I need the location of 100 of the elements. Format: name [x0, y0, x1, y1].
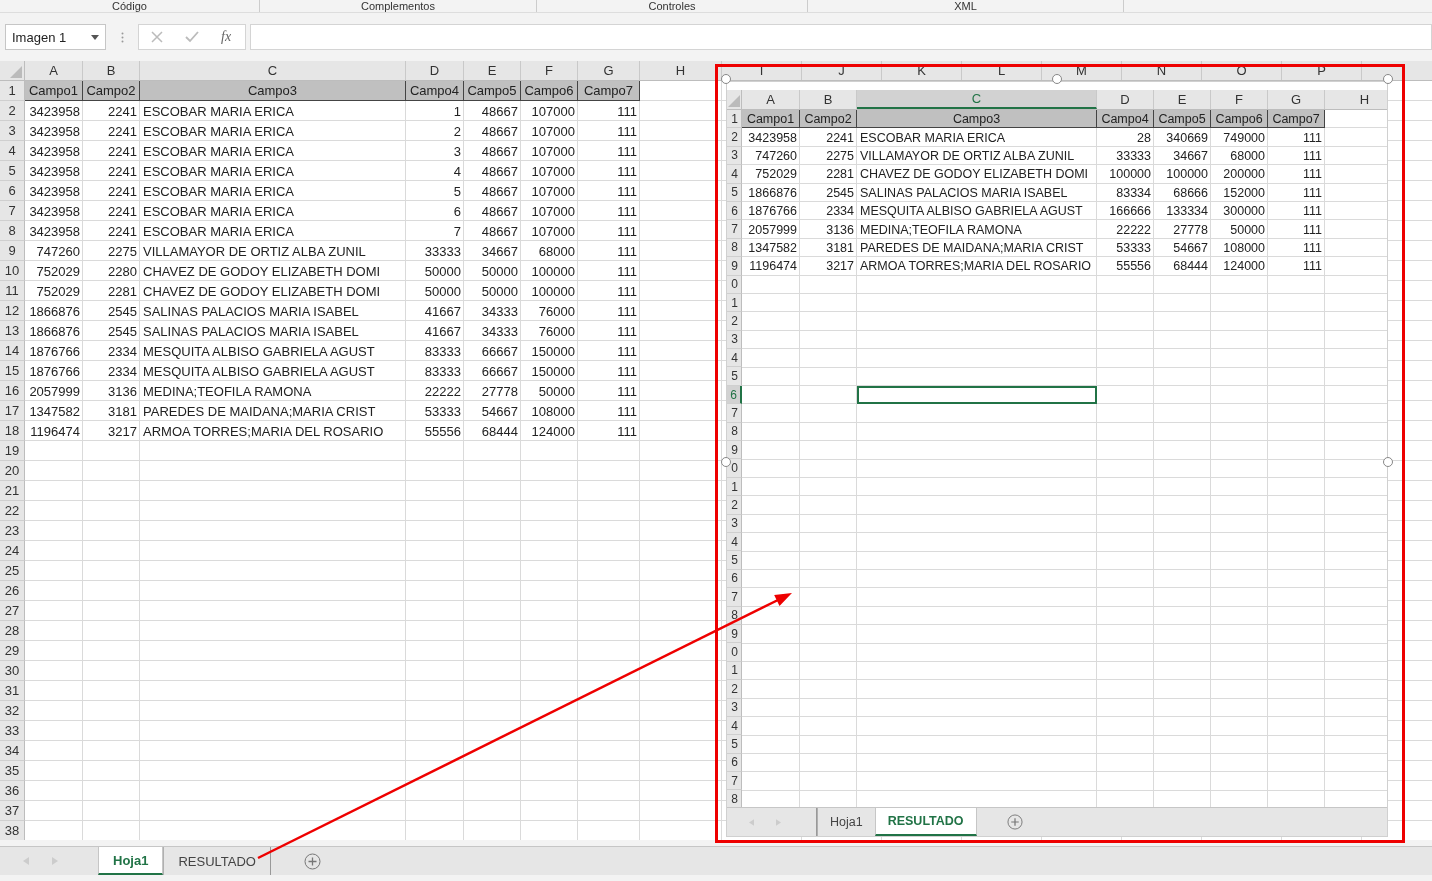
resize-handle[interactable] [1383, 457, 1393, 467]
table-cell-text: 107000 [530, 222, 576, 241]
row-header[interactable]: 3 [0, 121, 25, 141]
ribbon-group-label: Código [112, 1, 147, 12]
table-cell-text: 2334 [107, 342, 138, 361]
row-header[interactable]: 4 [0, 141, 25, 161]
row-header: 0 [727, 643, 742, 662]
resize-handle[interactable] [1052, 74, 1062, 84]
row-header[interactable]: 20 [0, 461, 25, 481]
row-header[interactable]: 31 [0, 681, 25, 701]
row-header[interactable]: 12 [0, 301, 25, 321]
row-header[interactable]: 29 [0, 641, 25, 661]
table-cell-text: ESCOBAR MARIA ERICA [142, 162, 295, 181]
table-cell-text: 111 [616, 242, 638, 261]
table-cell-text: 2545 [107, 302, 138, 321]
row-header[interactable]: 35 [0, 761, 25, 781]
row-header[interactable]: 6 [0, 181, 25, 201]
header-cell: Campo4 [1097, 110, 1154, 129]
table-cell-text: VILLAMAYOR DE ORTIZ ALBA ZUNIL [859, 147, 1076, 165]
resize-handle[interactable] [1383, 74, 1393, 84]
cancel-icon[interactable] [151, 31, 163, 43]
resize-handle[interactable] [721, 457, 731, 467]
row-header[interactable]: 22 [0, 501, 25, 521]
table-cell-text: 200000 [1222, 166, 1266, 184]
row-header[interactable]: 33 [0, 721, 25, 741]
row-header[interactable]: 14 [0, 341, 25, 361]
table-cell-text: 111 [1302, 239, 1323, 257]
column-header[interactable]: A [25, 61, 83, 80]
table-cell-text: ESCOBAR MARIA ERICA [142, 182, 295, 201]
select-all-icon[interactable] [10, 66, 22, 78]
table-cell-text: 100000 [1108, 166, 1152, 184]
row-header[interactable]: 21 [0, 481, 25, 501]
table-cell-text: 2241 [107, 102, 138, 121]
row-header[interactable]: 17 [0, 401, 25, 421]
table-cell-text: ESCOBAR MARIA ERICA [142, 102, 295, 121]
row-header[interactable]: 18 [0, 421, 25, 441]
row-header[interactable]: 5 [0, 161, 25, 181]
table-cell-text: 3423958 [28, 102, 81, 121]
row-header[interactable]: 26 [0, 581, 25, 601]
row-header[interactable]: 2 [0, 101, 25, 121]
table-cell-text: MEDINA;TEOFILA RAMONA [142, 382, 313, 401]
table-cell-text: 3136 [107, 382, 138, 401]
check-icon[interactable] [185, 31, 199, 43]
row-header[interactable]: 30 [0, 661, 25, 681]
header-cell: Campo3 [857, 110, 1097, 129]
column-header: D [1097, 90, 1154, 109]
row-header[interactable]: 8 [0, 221, 25, 241]
row-header[interactable]: 28 [0, 621, 25, 641]
table-cell-text: 111 [616, 342, 638, 361]
row-header[interactable]: 13 [0, 321, 25, 341]
row-header[interactable]: 24 [0, 541, 25, 561]
row-header[interactable]: 7 [0, 201, 25, 221]
column-header[interactable]: F [521, 61, 578, 80]
row-header[interactable]: 10 [0, 261, 25, 281]
table-cell-text: 3136 [825, 221, 855, 239]
row-header[interactable]: 11 [0, 281, 25, 301]
row-header[interactable]: 27 [0, 601, 25, 621]
column-header[interactable]: E [464, 61, 521, 80]
table-cell-text: 108000 [530, 402, 576, 421]
row-header[interactable]: 38 [0, 821, 25, 840]
table-cell-text: 48667 [480, 222, 519, 241]
column-header[interactable]: G [578, 61, 640, 80]
row-header[interactable]: 37 [0, 801, 25, 821]
table-cell-text: 5 [452, 182, 462, 201]
name-box[interactable]: Imagen 1 [5, 24, 106, 50]
row-header[interactable]: 1 [0, 81, 25, 101]
row-header: 5 [727, 735, 742, 754]
row-header[interactable]: 23 [0, 521, 25, 541]
row-header[interactable]: 36 [0, 781, 25, 801]
table-cell-text: 1876766 [747, 203, 798, 221]
table-cell-text: 53333 [423, 402, 462, 421]
table-cell-text: 152000 [1222, 184, 1266, 202]
row-header[interactable]: 9 [0, 241, 25, 261]
column-header[interactable]: D [406, 61, 464, 80]
row-header[interactable]: 25 [0, 561, 25, 581]
resize-handle[interactable] [721, 74, 731, 84]
column-header[interactable]: B [83, 61, 140, 80]
table-cell-text: CHAVEZ DE GODOY ELIZABETH DOMI [142, 262, 382, 281]
table-cell-text: 166666 [1108, 203, 1152, 221]
table-cell-text: ESCOBAR MARIA ERICA [142, 142, 295, 161]
column-header[interactable]: C [140, 61, 406, 80]
table-cell-text: 124000 [1222, 258, 1266, 276]
table-cell-text: 2241 [825, 129, 855, 147]
row-header[interactable]: 15 [0, 361, 25, 381]
sheet-tab[interactable]: Hoja1 [98, 847, 164, 875]
table-cell-text: 2280 [107, 262, 138, 281]
insert-function-button[interactable]: fx [221, 29, 232, 45]
table-cell-text: 1196474 [748, 258, 798, 276]
row-header[interactable]: 32 [0, 701, 25, 721]
table-cell-text: PAREDES DE MAIDANA;MARIA CRIST [142, 402, 377, 421]
table-cell-text: 2545 [107, 322, 138, 341]
add-sheet-icon[interactable] [303, 852, 321, 870]
row-header[interactable]: 34 [0, 741, 25, 761]
formula-input[interactable] [250, 24, 1432, 50]
table-cell-text: 100000 [530, 282, 576, 301]
table-cell-text: 100000 [530, 262, 576, 281]
table-cell-text: 1876766 [28, 362, 81, 381]
row-header[interactable]: 19 [0, 441, 25, 461]
table-cell-text: 55556 [423, 422, 462, 441]
row-header[interactable]: 16 [0, 381, 25, 401]
